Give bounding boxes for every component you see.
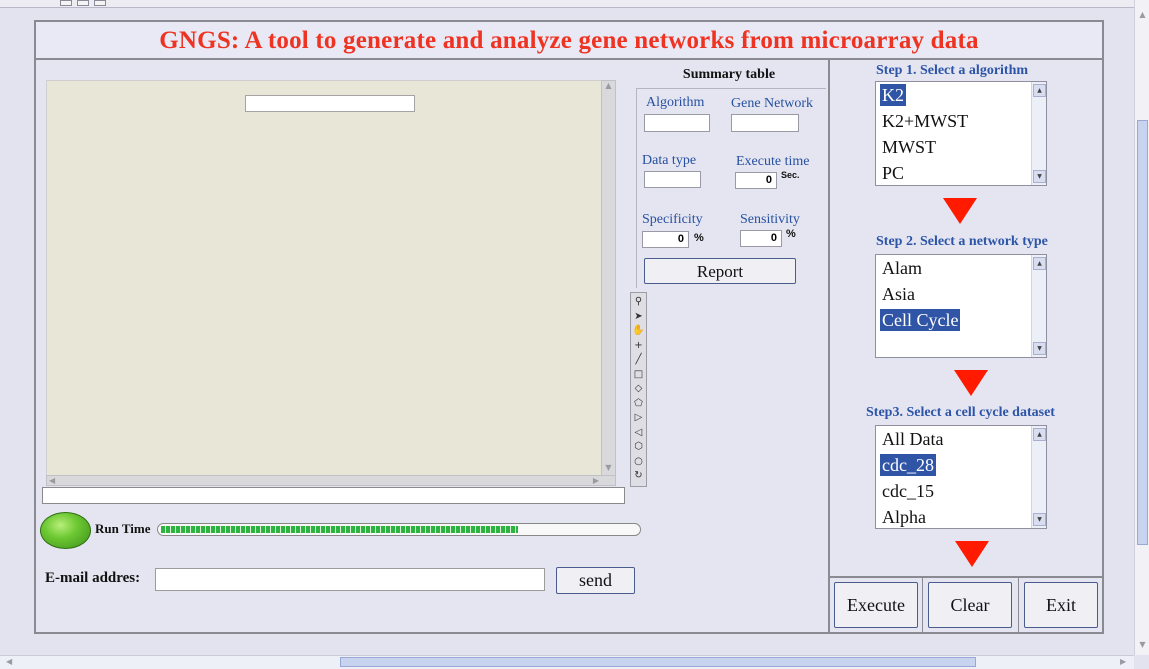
scroll-up-icon[interactable]: ▲ [1136, 10, 1149, 20]
algorithm-label: Algorithm [646, 95, 705, 110]
actions-divider [828, 576, 1104, 578]
crosshair-icon[interactable]: + [632, 340, 645, 352]
list-option[interactable]: cdc_15 [880, 480, 936, 502]
list-option[interactable]: MWST [880, 136, 938, 158]
list-option[interactable]: K2 [880, 84, 906, 106]
scroll-up-icon[interactable]: ▲ [1033, 84, 1046, 97]
scroll-down-icon[interactable]: ▼ [1136, 640, 1149, 650]
flow-arrow-icon [955, 541, 989, 567]
status-led-icon [40, 512, 91, 549]
delay-shape-icon[interactable]: ▷ [632, 412, 645, 424]
circle-icon[interactable]: ○ [632, 456, 645, 468]
window-icon[interactable] [94, 0, 106, 6]
rectangle-icon[interactable]: □ [632, 369, 645, 381]
actions-divider [922, 578, 923, 634]
drawing-toolbar: ⚲ ➤ ✋ + ╱ □ ◇ ⬠ ▷ ◁ ⬡ ○ ↻ [630, 292, 647, 487]
scroll-up-icon[interactable]: ▲ [602, 81, 615, 91]
scroll-right-icon[interactable]: ▶ [1120, 657, 1126, 667]
execute-time-unit: Sec. [781, 170, 800, 180]
panel-divider [828, 60, 830, 634]
hand-pan-icon[interactable]: ✋ [632, 325, 645, 337]
status-field[interactable] [42, 487, 625, 504]
canvas-caption-field[interactable] [245, 95, 415, 112]
rotate-icon[interactable]: ↻ [632, 470, 645, 482]
listbox-scrollbar[interactable]: ▲ ▼ [1031, 255, 1046, 357]
scroll-right-icon[interactable]: ▶ [593, 476, 599, 486]
run-time-label: Run Time [95, 521, 151, 536]
execute-button[interactable]: Execute [834, 582, 918, 628]
app-title: GNGS: A tool to generate and analyze gen… [36, 22, 1102, 60]
scrollbar-thumb[interactable] [1137, 120, 1148, 545]
hexagon-icon[interactable]: ⬡ [632, 441, 645, 453]
page-horizontal-scrollbar[interactable]: ◀ ▶ [0, 655, 1134, 669]
scroll-up-icon[interactable]: ▲ [1033, 257, 1046, 270]
sensitivity-label: Sensitivity [740, 212, 800, 227]
scrollbar-thumb[interactable] [340, 657, 976, 667]
algorithm-listbox[interactable]: ▲ ▼ K2 K2+MWST MWST PC [875, 81, 1047, 186]
specificity-unit: % [694, 232, 704, 244]
sensitivity-unit: % [786, 228, 796, 240]
specificity-label: Specificity [642, 212, 703, 227]
actions-divider [1018, 578, 1019, 634]
zoom-icon[interactable]: ⚲ [632, 296, 645, 308]
sensitivity-value: 0 [740, 230, 782, 247]
window-icon[interactable] [77, 0, 89, 6]
report-button[interactable]: Report [644, 258, 796, 284]
network-type-listbox[interactable]: ▲ ▼ Alam Asia Cell Cycle [875, 254, 1047, 358]
listbox-scrollbar[interactable]: ▲ ▼ [1031, 426, 1046, 528]
dataset-listbox[interactable]: ▲ ▼ All Data cdc_28 cdc_15 Alpha [875, 425, 1047, 529]
list-option[interactable]: cdc_28 [880, 454, 936, 476]
list-option[interactable]: PC [880, 162, 906, 184]
summary-title: Summary table [682, 67, 776, 82]
window-icon[interactable] [60, 0, 72, 6]
scroll-up-icon[interactable]: ▲ [1033, 428, 1046, 441]
network-canvas[interactable] [46, 80, 602, 476]
select-arrow-icon[interactable]: ➤ [632, 311, 645, 323]
execute-time-label: Execute time [736, 154, 810, 169]
line-icon[interactable]: ╱ [632, 354, 645, 366]
polygon-icon[interactable]: ⬠ [632, 398, 645, 410]
exit-button[interactable]: Exit [1024, 582, 1098, 628]
cursor-shape-icon[interactable]: ◁ [632, 427, 645, 439]
step2-label: Step 2. Select a network type [876, 234, 1048, 249]
scroll-down-icon[interactable]: ▼ [602, 463, 615, 473]
email-input[interactable] [155, 568, 545, 591]
send-button[interactable]: send [556, 567, 635, 594]
list-option[interactable]: All Data [880, 428, 945, 450]
clear-button[interactable]: Clear [928, 582, 1012, 628]
gene-network-value-field[interactable] [731, 114, 799, 132]
page-vertical-scrollbar[interactable]: ▲ ▼ [1134, 0, 1149, 655]
execute-time-value: 0 [735, 172, 777, 189]
step3-label: Step3. Select a cell cycle dataset [866, 405, 1055, 420]
data-type-label: Data type [642, 153, 697, 168]
scroll-down-icon[interactable]: ▼ [1033, 170, 1046, 183]
specificity-value: 0 [642, 231, 689, 248]
scroll-left-icon[interactable]: ◀ [6, 657, 12, 667]
canvas-horizontal-scrollbar[interactable]: ◀ ▶ [46, 475, 616, 486]
browser-top-strip [0, 0, 1149, 8]
list-option[interactable]: Alam [880, 257, 924, 279]
step1-label: Step 1. Select a algorithm [876, 63, 1029, 78]
data-type-value-field[interactable] [644, 171, 701, 188]
list-option[interactable]: Asia [880, 283, 917, 305]
email-label: E-mail addres: [45, 570, 141, 586]
flow-arrow-icon [954, 370, 988, 396]
scroll-down-icon[interactable]: ▼ [1033, 513, 1046, 526]
scroll-left-icon[interactable]: ◀ [49, 476, 55, 486]
list-option[interactable]: Alpha [880, 506, 928, 528]
canvas-vertical-scrollbar[interactable]: ▲ ▼ [601, 80, 616, 476]
list-option[interactable]: K2+MWST [880, 110, 970, 132]
progress-fill [161, 526, 518, 533]
algorithm-value-field[interactable] [644, 114, 710, 132]
diamond-icon[interactable]: ◇ [632, 383, 645, 395]
list-option[interactable]: Cell Cycle [880, 309, 961, 331]
listbox-scrollbar[interactable]: ▲ ▼ [1031, 82, 1046, 185]
run-time-progress [157, 523, 641, 536]
gene-network-label: Gene Network [731, 96, 814, 111]
flow-arrow-icon [943, 198, 977, 224]
scroll-down-icon[interactable]: ▼ [1033, 342, 1046, 355]
